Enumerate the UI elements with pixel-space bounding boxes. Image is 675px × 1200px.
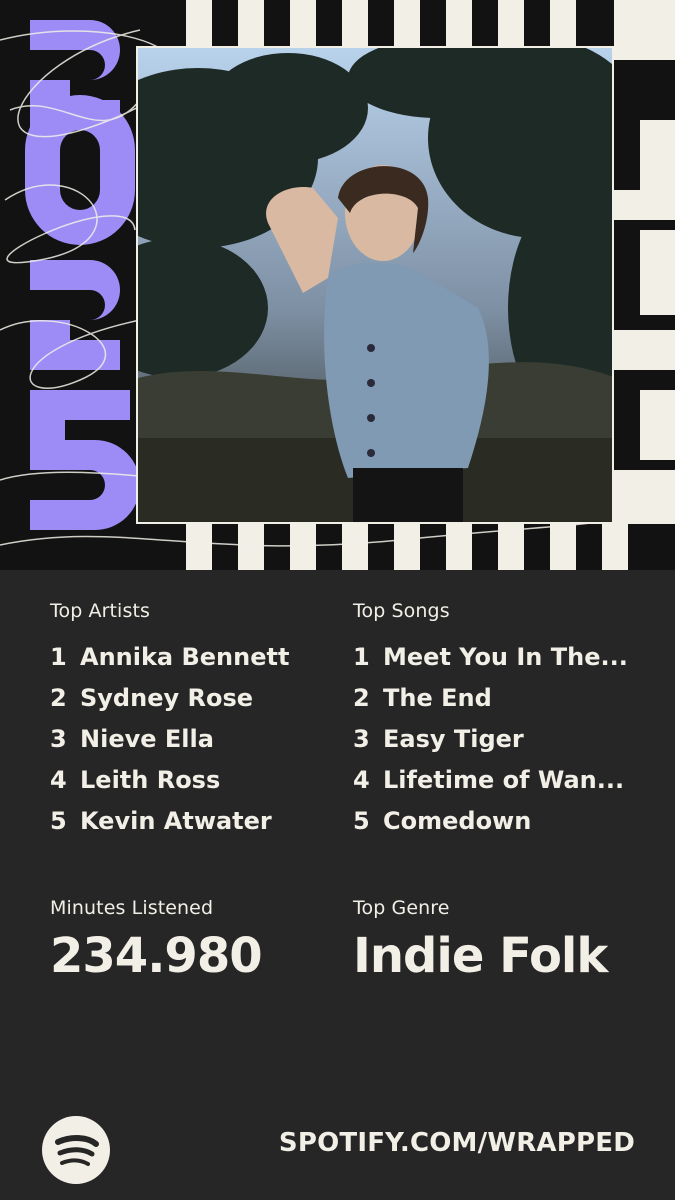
artist-name: Annika Bennett bbox=[80, 642, 290, 671]
top-genre-value: Indie Folk bbox=[353, 928, 608, 984]
list-item: 3 Nieve Ella bbox=[50, 718, 350, 759]
top-songs-label: Top Songs bbox=[353, 600, 450, 622]
artist-photo bbox=[136, 46, 614, 524]
year-art-shapes bbox=[25, 20, 140, 530]
rank-number: 1 bbox=[50, 642, 67, 671]
spotify-logo-icon[interactable] bbox=[42, 1116, 110, 1184]
rank-number: 4 bbox=[50, 765, 67, 794]
list-item: 1 Meet You In The... bbox=[353, 636, 653, 677]
artist-name: Nieve Ella bbox=[80, 724, 214, 753]
rank-number: 1 bbox=[353, 642, 370, 671]
minutes-listened-label: Minutes Listened bbox=[50, 897, 214, 919]
top-genre-label: Top Genre bbox=[353, 897, 450, 919]
song-name: Easy Tiger bbox=[383, 724, 524, 753]
list-item: 5 Kevin Atwater bbox=[50, 800, 350, 841]
list-item: 4 Lifetime of Wan... bbox=[353, 759, 653, 800]
hero-artwork bbox=[0, 0, 675, 570]
song-name: Comedown bbox=[383, 806, 532, 835]
rank-number: 5 bbox=[50, 806, 67, 835]
artist-name: Sydney Rose bbox=[80, 683, 254, 712]
rank-number: 3 bbox=[50, 724, 67, 753]
rank-number: 2 bbox=[353, 683, 370, 712]
song-name: The End bbox=[383, 683, 492, 712]
artist-name: Kevin Atwater bbox=[80, 806, 272, 835]
rank-number: 3 bbox=[353, 724, 370, 753]
wrapped-card: Top Artists 1 Annika Bennett 2 Sydney Rose… bbox=[0, 0, 675, 1200]
list-item: 1 Annika Bennett bbox=[50, 636, 350, 677]
list-item: 4 Leith Ross bbox=[50, 759, 350, 800]
rank-number: 4 bbox=[353, 765, 370, 794]
wrapped-url-link[interactable]: SPOTIFY.COM/WRAPPED bbox=[279, 1128, 635, 1158]
song-name: Lifetime of Wan... bbox=[383, 765, 625, 794]
list-item: 2 The End bbox=[353, 677, 653, 718]
minutes-listened-section: Minutes Listened 234.980 bbox=[50, 897, 263, 987]
minutes-listened-value: 234.980 bbox=[50, 928, 263, 984]
top-artists-list: 1 Annika Bennett 2 Sydney Rose 3 Nieve Ella… bbox=[50, 636, 350, 841]
top-artists-section: Top Artists 1 Annika Bennett 2 Sydney Rose… bbox=[50, 600, 350, 841]
list-item: 5 Comedown bbox=[353, 800, 653, 841]
song-name: Meet You In The... bbox=[383, 642, 628, 671]
artist-name: Leith Ross bbox=[80, 765, 221, 794]
list-item: 3 Easy Tiger bbox=[353, 718, 653, 759]
rank-number: 5 bbox=[353, 806, 370, 835]
top-songs-list: 1 Meet You In The... 2 The End 3 Easy Tiger… bbox=[353, 636, 653, 841]
top-artists-label: Top Artists bbox=[50, 600, 150, 622]
rank-number: 2 bbox=[50, 683, 67, 712]
list-item: 2 Sydney Rose bbox=[50, 677, 350, 718]
top-genre-section: Top Genre Indie Folk bbox=[353, 897, 608, 987]
top-songs-section: Top Songs 1 Meet You In The... 2 The End 3… bbox=[353, 600, 653, 841]
